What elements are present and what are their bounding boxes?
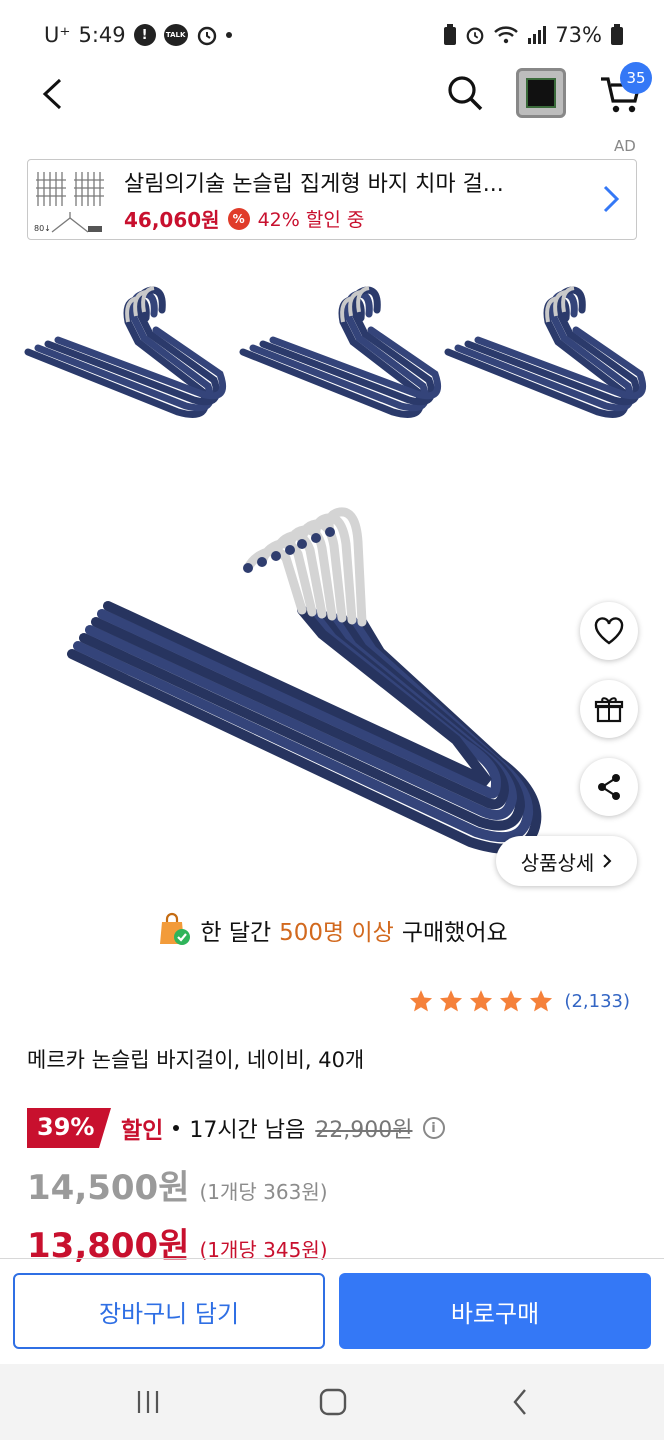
product-detail-button[interactable]: 상품상세 bbox=[496, 836, 637, 886]
thumbnail-image bbox=[526, 78, 556, 108]
buy-now-button[interactable]: 바로구매 bbox=[339, 1273, 651, 1349]
ad-product-image: 80↓ bbox=[32, 162, 108, 238]
member-price: 13,800원 bbox=[27, 1226, 190, 1266]
sale-label: 할인 bbox=[121, 1118, 164, 1144]
top-nav: 35 bbox=[0, 60, 664, 130]
gift-icon bbox=[594, 697, 624, 723]
separator-dot bbox=[173, 1125, 180, 1131]
share-icon bbox=[598, 774, 620, 800]
home-icon bbox=[319, 1388, 347, 1416]
wifi-icon bbox=[494, 26, 519, 44]
info-icon[interactable]: i bbox=[422, 1117, 445, 1139]
ad-label: AD bbox=[614, 137, 636, 155]
star-icon bbox=[500, 990, 523, 1012]
ad-banner[interactable]: 80↓ 살림의기술 논슬립 집게형 바지 치마 걸... 46,060원 % 4… bbox=[27, 159, 637, 240]
star-icon bbox=[530, 990, 553, 1012]
carrier-label: U⁺ bbox=[44, 23, 71, 47]
battery-percent: 73% bbox=[555, 23, 602, 47]
regular-price: 14,500원 bbox=[27, 1168, 190, 1208]
ad-discount: 42% 할인 중 bbox=[257, 209, 365, 231]
ad-price-row: 46,060원 % 42% 할인 중 bbox=[124, 204, 594, 233]
wishlist-button[interactable] bbox=[580, 602, 638, 660]
discount-percent-icon: % bbox=[227, 207, 250, 230]
signal-icon bbox=[528, 26, 547, 44]
recent-product-thumbnail[interactable] bbox=[516, 68, 566, 118]
recent-apps-icon bbox=[137, 1391, 159, 1413]
product-title: 메르카 논슬립 바지걸이, 네이비, 40개 bbox=[27, 1048, 365, 1072]
alarm-icon bbox=[197, 26, 216, 46]
ad-price: 46,060원 bbox=[124, 208, 220, 232]
product-image[interactable] bbox=[0, 262, 664, 892]
add-to-cart-button[interactable]: 장바구니 담기 bbox=[13, 1273, 325, 1349]
search-button[interactable] bbox=[442, 70, 488, 116]
star-icon bbox=[470, 990, 493, 1012]
heart-icon bbox=[594, 617, 624, 645]
purchase-notice: 한 달간 500명 이상 구매했어요 bbox=[0, 912, 664, 948]
kakaotalk-icon: TALK bbox=[163, 24, 188, 46]
notice-prefix: 한 달간 bbox=[200, 920, 272, 946]
search-icon bbox=[448, 76, 483, 111]
ad-thumb-label: 80↓ bbox=[34, 223, 51, 233]
more-notifications-icon bbox=[225, 32, 232, 38]
rating[interactable]: (2,133) bbox=[408, 988, 630, 1014]
recent-apps-button[interactable] bbox=[128, 1382, 168, 1422]
time-label: 5:49 bbox=[78, 23, 126, 47]
shopping-bag-icon bbox=[160, 912, 191, 945]
ad-title: 살림의기술 논슬립 집게형 바지 치마 걸... bbox=[124, 172, 504, 197]
regular-price-row: 14,500원 (1개당 363원) bbox=[27, 1160, 328, 1209]
cart-count-badge: 35 bbox=[620, 62, 652, 94]
ad-text: 살림의기술 논슬립 집게형 바지 치마 걸... 46,060원 % 42% 할… bbox=[124, 166, 594, 233]
chevron-left-icon bbox=[42, 78, 62, 110]
share-button[interactable] bbox=[580, 758, 638, 816]
chevron-right-icon bbox=[603, 854, 612, 868]
status-left: U⁺ 5:49 ! TALK bbox=[44, 23, 232, 47]
chevron-left-icon bbox=[513, 1389, 526, 1415]
product-detail-label: 상품상세 bbox=[520, 850, 595, 875]
back-button[interactable] bbox=[30, 72, 74, 116]
gift-button[interactable] bbox=[580, 680, 638, 738]
notification-icon: ! bbox=[133, 24, 156, 46]
discount-rate: 39% bbox=[37, 1113, 95, 1141]
review-count[interactable]: (2,133) bbox=[564, 991, 630, 1012]
divider bbox=[0, 1258, 664, 1259]
alarm-icon-right bbox=[466, 27, 484, 45]
back-nav-button[interactable] bbox=[500, 1382, 540, 1422]
status-right: 73% bbox=[443, 23, 624, 47]
member-price-row: 13,800원 (1개당 345원) bbox=[27, 1218, 328, 1267]
discount-rate-badge: 39% bbox=[27, 1108, 111, 1148]
system-nav-bar bbox=[0, 1364, 664, 1440]
discount-row: 39% 할인 17시간 남음 22,900원 i bbox=[27, 1108, 445, 1148]
notice-suffix: 구매했어요 bbox=[401, 920, 508, 946]
battery-icon bbox=[611, 24, 623, 45]
battery-saver-icon bbox=[444, 24, 457, 45]
chevron-right-icon bbox=[603, 185, 620, 213]
home-button[interactable] bbox=[313, 1382, 353, 1422]
star-icon bbox=[440, 990, 463, 1012]
original-price: 22,900원 bbox=[315, 1118, 413, 1143]
time-left: 17시간 남음 bbox=[189, 1118, 306, 1143]
regular-unit-price: (1개당 363원) bbox=[199, 1180, 328, 1204]
star-icon bbox=[410, 990, 433, 1012]
notice-highlight: 500명 이상 bbox=[279, 920, 394, 946]
